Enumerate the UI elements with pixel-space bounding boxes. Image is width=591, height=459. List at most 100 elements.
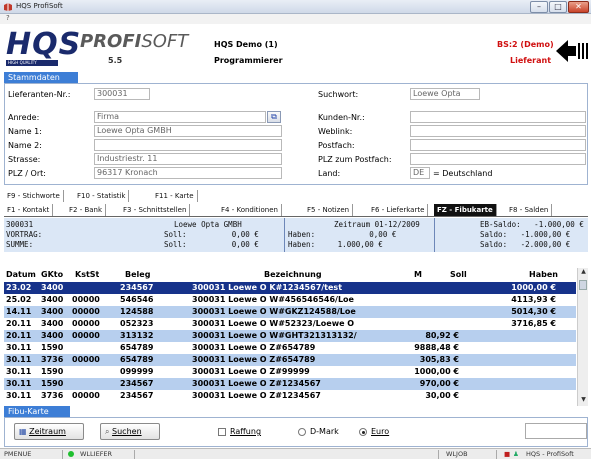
anrede-field[interactable]: Firma (94, 111, 266, 123)
table-row[interactable]: 20.11 3400 00000 313132 300031 Loewe O W#GHT… (4, 330, 576, 342)
scroll-down-icon[interactable]: ▼ (578, 396, 589, 406)
lieferanten-nr-field[interactable]: 300031 (94, 88, 150, 100)
cell-gkto: 3400 (41, 295, 64, 304)
table-row[interactable]: 30.11 1590 234567 300031 Loewe O Z#1234567 9… (4, 378, 576, 390)
version-label: 5.5 (108, 56, 123, 65)
cell-beleg: 546546 (120, 295, 154, 304)
col-beleg[interactable]: Beleg (125, 270, 150, 279)
euro-label: Euro (371, 427, 390, 436)
company-name: HQS Demo (1) (214, 40, 278, 49)
col-soll[interactable]: Soll (450, 270, 467, 279)
cell-kstst: 00000 (72, 307, 100, 316)
cell-gkto: 3400 (41, 319, 64, 328)
table-row[interactable]: 25.02 3400 00000 546546 300031 Loewe O W#456… (4, 294, 576, 306)
kunden-nr-label: Kunden-Nr.: (318, 113, 365, 122)
strasse-field[interactable]: Industriestr. 11 (94, 153, 282, 165)
tab-schnittstellen[interactable]: F3 - Schnittstellen (120, 204, 191, 216)
scroll-thumb[interactable] (579, 280, 587, 290)
tab-stichworte[interactable]: F9 - Stichworte (4, 190, 64, 202)
cell-gkto: 3400 (41, 331, 64, 340)
cell-datum: 30.11 (6, 355, 32, 364)
table-row[interactable]: 23.02 3400 234567 300031 Loewe O K#1234567/… (4, 282, 576, 294)
postfach-field[interactable] (410, 139, 586, 151)
raffung-checkbox[interactable] (218, 428, 226, 436)
raffung-label: Raffung (230, 427, 262, 436)
land-code-field[interactable]: DE (410, 167, 430, 179)
table-scrollbar[interactable]: ▲ ▼ (577, 268, 588, 406)
status-dot-icon (68, 450, 74, 459)
col-m[interactable]: M (414, 270, 422, 279)
copy-icon[interactable]: ⧉ (267, 111, 281, 123)
fibu-table[interactable]: Datum GKto KstSt Beleg Bezeichnung M Sol… (4, 268, 576, 406)
cell-bezeichnung: 300031 Loewe O K#1234567/test (192, 283, 343, 292)
plz-ort-field[interactable]: 96317 Kronach (94, 167, 282, 179)
back-arrow-icon[interactable] (556, 38, 590, 64)
table-row[interactable]: 30.11 3736 00000 234567 300031 Loewe O Z#123… (4, 390, 576, 402)
cell-bezeichnung: 300031 Loewe O Z#1234567 (192, 379, 321, 388)
status-menu: PMENUE (4, 450, 32, 458)
cell-bezeichnung: 300031 Loewe O W#GHT321313132/ (192, 331, 357, 340)
cell-datum: 20.11 (6, 319, 32, 328)
cell-kstst: 00000 (72, 391, 100, 400)
tab-salden[interactable]: F8 - Salden (506, 204, 553, 216)
cell-gkto: 1590 (41, 379, 64, 388)
table-row[interactable]: 30.11 3736 00000 654789 300031 Loewe O Z#654… (4, 354, 576, 366)
help-menu[interactable]: ? (6, 14, 10, 22)
cell-beleg: 654789 (120, 343, 154, 352)
close-button[interactable]: ✕ (568, 1, 589, 13)
cell-datum: 30.11 (6, 367, 32, 376)
col-datum[interactable]: Datum (6, 270, 36, 279)
cell-beleg: 234567 (120, 283, 154, 292)
name1-field[interactable]: Loewe Opta GMBH (94, 125, 282, 137)
dmark-radio[interactable] (298, 428, 306, 436)
table-row[interactable]: 14.11 3400 00000 124588 300031 Loewe O W#GKZ… (4, 306, 576, 318)
scroll-up-icon[interactable]: ▲ (578, 268, 589, 278)
name1-label: Name 1: (8, 127, 42, 136)
postfach-label: Postfach: (318, 141, 355, 150)
col-bezeichnung[interactable]: Bezeichnung (264, 270, 322, 279)
bs-label: BS:2 (Demo) (497, 40, 554, 49)
cell-bezeichnung: 300031 Loewe O Z#1234567 (192, 391, 321, 400)
cell-kstst: 00000 (72, 355, 100, 364)
kunden-nr-field[interactable] (410, 111, 586, 123)
weblink-field[interactable] (410, 125, 586, 137)
zeitraum-button[interactable]: ▦ Zeitraum (14, 423, 84, 440)
col-kstst[interactable]: KstSt (75, 270, 99, 279)
fibu-search-field[interactable] (525, 423, 587, 439)
name2-field[interactable] (94, 139, 282, 151)
profisoft-logo: PROFISOFT (80, 31, 188, 52)
cell-gkto: 3400 (41, 283, 64, 292)
cell-soll: 30,00 € (425, 391, 459, 400)
tab-konditionen[interactable]: F4 - Konditionen (218, 204, 282, 216)
tab-statistik[interactable]: F10 - Statistik (74, 190, 130, 202)
suchen-button[interactable]: ⌕ Suchen (100, 423, 160, 440)
cell-bezeichnung: 300031 Loewe O W#456546546/Loe (192, 295, 354, 304)
euro-radio[interactable] (359, 428, 367, 436)
window-title: HQS ProfiSoft (16, 2, 63, 10)
plz-postfach-field[interactable] (410, 153, 586, 165)
cell-bezeichnung: 300031 Loewe O Z#654789 (192, 343, 316, 352)
cell-bezeichnung: 300031 Loewe O W#52323/Loewe O (192, 319, 355, 328)
col-gkto[interactable]: GKto (41, 270, 63, 279)
table-row[interactable]: 30.11 1590 654789 300031 Loewe O Z#654789 98… (4, 342, 576, 354)
tab-notizen[interactable]: F5 - Notizen (304, 204, 354, 216)
name2-label: Name 2: (8, 141, 42, 150)
tab-lieferkarte[interactable]: F6 - Lieferkarte (368, 204, 429, 216)
summary-vortrag-soll: Soll: 0,00 € (164, 230, 259, 239)
col-haben[interactable]: Haben (529, 270, 558, 279)
tab-bank[interactable]: F2 - Bank (66, 204, 107, 216)
status-divider (134, 450, 135, 459)
tab-karte[interactable]: F11 - Karte (152, 190, 198, 202)
cell-haben: 5014,30 € (511, 307, 556, 316)
summary-summe-label: SUMME: (6, 240, 34, 249)
table-row[interactable]: 30.11 1590 099999 300031 Loewe O Z#99999 100… (4, 366, 576, 378)
table-row[interactable]: 20.11 3400 00000 052323 300031 Loewe O W#523… (4, 318, 576, 330)
maximize-button[interactable]: □ (549, 1, 567, 13)
cell-gkto: 3400 (41, 307, 64, 316)
tab-fibukarte[interactable]: FZ - Fibukarte (434, 204, 497, 216)
suchwort-field[interactable]: Loewe Opta (410, 88, 480, 100)
tab-kontakt[interactable]: F1 - Kontakt (4, 204, 54, 216)
minimize-button[interactable]: – (530, 1, 548, 13)
cell-beleg: 099999 (120, 367, 154, 376)
fibu-karte-section-label: Fibu-Karte (4, 406, 70, 417)
